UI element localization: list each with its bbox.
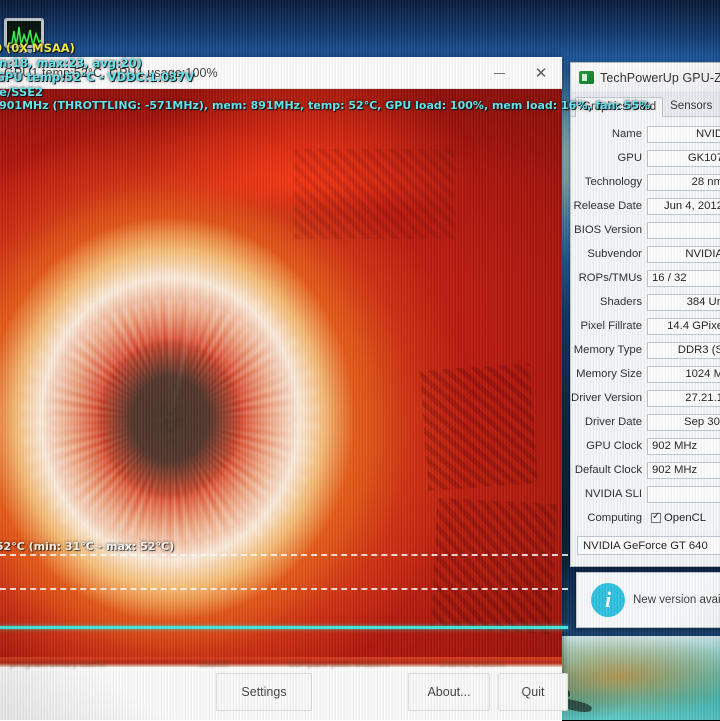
field-label: Pixel Fillrate: [580, 320, 642, 332]
field-value[interactable]: GK107: [647, 149, 720, 167]
quit-button[interactable]: Quit: [498, 673, 568, 711]
caps-item: program binary cache: [10, 658, 107, 670]
field-row-computing: Computing OpenCL: [571, 506, 720, 530]
gpuz-window: TechPowerUp GPU-Z 2.1 Graphics Card Sens…: [570, 62, 720, 567]
field-label: Driver Date: [584, 416, 642, 428]
field-value[interactable]: 902 MHz: [647, 437, 720, 455]
tab-sensors[interactable]: Sensors: [663, 96, 719, 116]
field-value[interactable]: DDR3 (S: [647, 341, 720, 359]
opencl-checkbox[interactable]: [651, 511, 661, 523]
field-value[interactable]: Jun 4, 2012: [647, 197, 720, 215]
field-row-default-clock: Default Clock 902 MHz: [571, 458, 720, 482]
field-label: Computing: [587, 512, 642, 524]
field-label: NVIDIA SLI: [584, 488, 642, 500]
gpuz-card-name[interactable]: NVIDIA GeForce GT 640: [577, 536, 720, 555]
osd-line-gpu-temp: : - GPU temp:52°C - VDDC:1.037V: [0, 70, 194, 85]
render-texture-patch: [419, 363, 539, 491]
field-row-nvidia-sli: NVIDIA SLI: [571, 482, 720, 506]
field-label: GPU Clock: [586, 440, 642, 452]
field-value[interactable]: 14.4 GPixe: [647, 317, 720, 335]
field-value[interactable]: NVIDIA: [647, 245, 720, 263]
field-row-bios-version: BIOS Version: [571, 218, 720, 242]
settings-button[interactable]: Settings: [216, 673, 312, 711]
caps-item: zbuffer: [199, 658, 230, 670]
field-value[interactable]: [647, 221, 720, 239]
osd-line-clocks: re: 901MHz (THROTTLING: -571MHz), mem: 8…: [0, 99, 650, 113]
field-row-gpu: GPU GK107: [571, 146, 720, 170]
field-value[interactable]: [647, 485, 720, 503]
osd-line-cpu: PCIe/SSE2: [0, 84, 44, 99]
render-texture-patch: [294, 149, 454, 239]
field-row-release-date: Release Date Jun 4, 2012: [571, 194, 720, 218]
render-texture-patch: [430, 497, 558, 635]
field-value[interactable]: 16 / 32: [647, 269, 720, 287]
caps-item: compare pixel shaders: [289, 658, 390, 670]
field-label: Memory Type: [573, 344, 642, 356]
field-row-shaders: Shaders 384 Un: [571, 290, 720, 314]
info-icon: i: [591, 583, 625, 617]
about-button[interactable]: About...: [408, 673, 490, 711]
field-label: GPU: [617, 152, 642, 164]
field-value[interactable]: NVID: [647, 125, 720, 143]
field-label: BIOS Version: [574, 224, 642, 236]
field-label: Subvendor: [587, 248, 642, 260]
render-flame-core: [50, 299, 292, 541]
osd-line-fps: (min:18, max:23, avg:20): [0, 55, 142, 70]
field-row-memory-type: Memory Type DDR3 (S: [571, 338, 720, 362]
field-row-driver-version: Driver Version 27.21.1: [571, 386, 720, 410]
gpuz-fields: Name NVID GPU GK107 Technology 28 nm Rel…: [571, 117, 720, 530]
field-row-subvendor: Subvendor NVIDIA: [571, 242, 720, 266]
field-value[interactable]: 384 Un: [647, 293, 720, 311]
benchmark-caps-row: program binary cache zbuffer compare pix…: [0, 657, 562, 671]
field-value[interactable]: 902 MHz: [647, 461, 720, 479]
notification-text: New version avai: [633, 594, 720, 606]
temperature-graph-label: 1: 52°C (min: 31°C - max: 52°C): [0, 540, 175, 553]
field-label: Memory Size: [576, 368, 642, 380]
field-row-memory-size: Memory Size 1024 M: [571, 362, 720, 386]
field-label: Release Date: [573, 200, 642, 212]
field-value[interactable]: Sep 30,: [647, 413, 720, 431]
field-label: Default Clock: [574, 464, 642, 476]
field-row-pixel-fillrate: Pixel Fillrate 14.4 GPixe: [571, 314, 720, 338]
opencl-label: OpenCL: [664, 512, 707, 524]
benchmark-window: GPU1 temp:52°C, GPU1 usage:100% ✕ progra…: [0, 57, 568, 721]
field-row-rops-tmus: ROPs/TMUs 16 / 32: [571, 266, 720, 290]
gpuz-update-notification[interactable]: i New version avai: [576, 572, 720, 628]
field-label: Technology: [584, 176, 642, 188]
field-value[interactable]: 1024 M: [647, 365, 720, 383]
caps-item: shared uniform: [439, 658, 506, 670]
field-value[interactable]: 28 nm: [647, 173, 720, 191]
field-label: Driver Version: [571, 392, 642, 404]
field-row-name: Name NVID: [571, 122, 720, 146]
field-row-gpu-clock: GPU Clock 902 MHz: [571, 434, 720, 458]
osd-overlay: 600 (0X MSAA) (min:18, max:23, avg:20) :…: [0, 41, 650, 114]
field-label: Name: [611, 128, 642, 140]
field-value[interactable]: 27.21.1: [647, 389, 720, 407]
field-label: Shaders: [599, 296, 642, 308]
field-label: ROPs/TMUs: [578, 272, 642, 284]
osd-line-renderer: 600 (0X MSAA): [0, 41, 75, 55]
field-value-computing: OpenCL: [647, 510, 720, 527]
benchmark-render-canvas: [0, 89, 562, 657]
field-row-technology: Technology 28 nm: [571, 170, 720, 194]
field-row-driver-date: Driver Date Sep 30,: [571, 410, 720, 434]
